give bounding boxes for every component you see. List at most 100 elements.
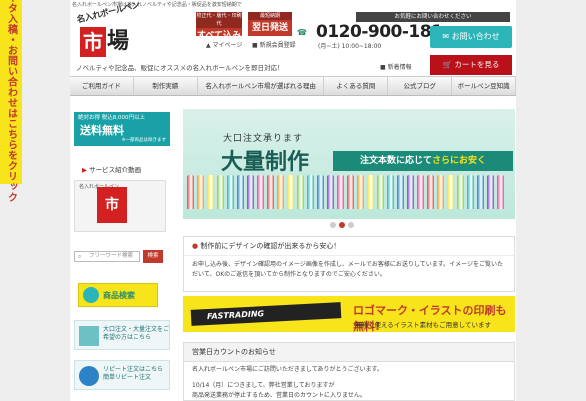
- free-shipping-note: ※一部商品は除きます: [121, 138, 166, 143]
- pen-image: [237, 175, 244, 209]
- pen-image: [207, 175, 214, 209]
- pen-image: [327, 175, 334, 209]
- nav-blog[interactable]: 公式ブログ: [388, 77, 453, 95]
- logo-ichi: 市: [80, 27, 106, 57]
- badge2-main: 翌日発送: [251, 23, 288, 33]
- pen-image: [377, 175, 384, 209]
- nav-guide[interactable]: ご利用ガイド: [70, 77, 134, 95]
- search-button[interactable]: 検索: [143, 250, 163, 263]
- pen-image: [317, 175, 324, 209]
- pen-image: [457, 175, 464, 209]
- carousel-dot[interactable]: [348, 222, 354, 228]
- badge1-top: 校正代・版代・印刷代: [196, 12, 242, 28]
- pen-image: [407, 175, 414, 209]
- pen-image: [357, 175, 364, 209]
- notice-title: 制作前にデザインの確認が出来るから安心！: [200, 242, 341, 250]
- hero-tagline-a: 注文本数に応じて: [359, 156, 432, 166]
- product-search-label: 商品検索: [103, 291, 135, 300]
- hero-line1: 大口注文承ります: [223, 134, 304, 144]
- all-included-badge: 校正代・版代・印刷代 すべて込み: [196, 12, 242, 41]
- nav-trivia[interactable]: ボールペン豆知識: [452, 77, 517, 95]
- bizday-line3: 商品発送業務が停止するため、営業日のカウントに入りません。: [192, 392, 366, 399]
- repeat-order-link[interactable]: リピート注文はこちら 簡単リピート注文: [74, 360, 170, 390]
- nav-works[interactable]: 制作実績: [134, 77, 198, 95]
- cart-label: カートを見る: [454, 60, 500, 69]
- side-tab-label: データ入稿・お問い合わせはこちらをクリック: [5, 0, 17, 203]
- banner-subtitle: 無料で使えるイラスト素材もご用意しています: [355, 321, 491, 329]
- contact-caption: お気軽にお問い合わせください: [356, 12, 510, 22]
- pen-image: [277, 175, 284, 209]
- pen-image: [437, 175, 444, 209]
- hero-tagline-b: さらにお安く: [432, 156, 487, 166]
- carousel-dot[interactable]: [330, 222, 336, 228]
- phone-number[interactable]: 0120-900-181: [316, 22, 443, 42]
- video-section-title: ▶ サービス紹介動画: [82, 164, 141, 174]
- intro-video[interactable]: 名入れボールペン 市: [74, 180, 166, 232]
- contact-button[interactable]: ✉ お問い合わせ: [430, 26, 512, 48]
- video-title-label: サービス紹介動画: [89, 166, 142, 174]
- notice-body: お申し込み後、デザイン確認用のイメージ画像を作成し、メールでお客様にお送りしてい…: [192, 261, 503, 278]
- design-check-notice: ● 制作前にデザインの確認が出来るから安心！ お申し込み後、デザイン確認用のイメ…: [183, 236, 515, 292]
- bulk-order-link[interactable]: 大口注文・大量注文をご希望の方はこちら: [74, 320, 170, 350]
- carousel-dot-active[interactable]: [339, 222, 345, 228]
- header-subtagline: ノベルティや記念品、販促にオススメの名入れボールペンを即日対応！: [76, 64, 284, 72]
- pen-image: [287, 175, 294, 209]
- contact-button-label: お問い合わせ: [451, 32, 500, 41]
- free-logo-print-banner[interactable]: FASTRADING ロゴマーク・イラストの印刷も無料! 無料で使えるイラスト素…: [183, 296, 515, 332]
- pen-image: [337, 175, 344, 209]
- free-shipping-title: 送料無料: [80, 124, 124, 137]
- banner-pen-text: FASTRADING: [190, 302, 342, 326]
- pen-image: [297, 175, 304, 209]
- bulk-order-text: 大口注文・大量注文をご希望の方はこちら: [103, 326, 170, 341]
- repeat-icon: [79, 366, 99, 386]
- pen-image: [197, 175, 204, 209]
- carousel-dots: [330, 222, 354, 228]
- register-label: 新規会員登録: [259, 42, 296, 49]
- nav-faq[interactable]: よくある質問: [324, 77, 389, 95]
- data-submission-side-tab[interactable]: データ入稿・お問い合わせはこちらをクリック: [0, 0, 22, 202]
- bizday-line2: 10/14（月）につきまして、弊社営業しておりますが: [192, 382, 335, 389]
- search-icon: ⌕: [78, 253, 82, 260]
- mypage-link[interactable]: ▲ マイページ: [206, 40, 242, 49]
- next-day-badge: 最短納期 翌日発送: [248, 12, 292, 36]
- search-input[interactable]: フリーワード検索: [74, 251, 140, 262]
- pen-image: [497, 175, 504, 209]
- pen-image: [417, 175, 424, 209]
- pen-image: [427, 175, 434, 209]
- site-logo[interactable]: 名入れボールペン 市 場: [76, 0, 146, 68]
- pen-image: [477, 175, 484, 209]
- video-logo: 市: [97, 187, 127, 223]
- pen-image: [397, 175, 404, 209]
- business-hours: (月~土) 10:00~18:00: [318, 43, 382, 50]
- bizday-line1: 名入れボールペン市場にご訪問いただきましてありがとうございます。: [192, 366, 383, 373]
- pen-image: [387, 175, 394, 209]
- pen-image: [447, 175, 454, 209]
- global-nav: ご利用ガイド 制作実績 名入れボールペン市場が選ばれる理由 よくある質問 公式ブ…: [70, 76, 517, 96]
- badge2-top: 最短納期: [248, 12, 292, 20]
- free-dial-icon: ☎: [297, 28, 307, 37]
- pen-row: [187, 175, 504, 209]
- pen-image: [187, 175, 194, 209]
- hero-banner[interactable]: 大口注文承ります 大量制作 注文本数に応じてさらにお安く: [183, 109, 515, 219]
- free-shipping-condition: 絶対お得 税込8,000円以上: [78, 115, 145, 121]
- notice-heading: ● 制作前にデザインの確認が出来るから安心！: [184, 237, 514, 256]
- pen-image: [217, 175, 224, 209]
- pen-image: [367, 175, 374, 209]
- pen-image: [227, 175, 234, 209]
- hero-tagline: 注文本数に応じてさらにお安く: [333, 151, 513, 171]
- register-link[interactable]: ■ 新規会員登録: [252, 40, 296, 49]
- business-day-notice: 営業日カウントのお知らせ 名入れボールペン市場にご訪問いただきましてありがとうご…: [183, 342, 515, 401]
- cart-button[interactable]: 🛒 カートを見る: [430, 55, 512, 75]
- mypage-label: マイページ: [212, 42, 243, 49]
- pen-image: [347, 175, 354, 209]
- product-search-button[interactable]: 商品検索: [78, 283, 158, 307]
- pen-image: [487, 175, 494, 209]
- news-label: 新着情報: [387, 64, 412, 71]
- bizday-body: 名入れボールペン市場にご訪問いただきましてありがとうございます。 10/14（月…: [184, 362, 514, 401]
- nav-reasons[interactable]: 名入れボールペン市場が選ばれる理由: [198, 77, 325, 95]
- bulk-icon: [79, 326, 99, 346]
- news-link[interactable]: ■ 新着情報: [380, 62, 412, 71]
- free-shipping-banner[interactable]: 絶対お得 税込8,000円以上 送料無料 ※一部商品は除きます: [74, 112, 170, 146]
- bizday-title: 営業日カウントのお知らせ: [184, 343, 514, 362]
- right-gutter: [516, 0, 586, 401]
